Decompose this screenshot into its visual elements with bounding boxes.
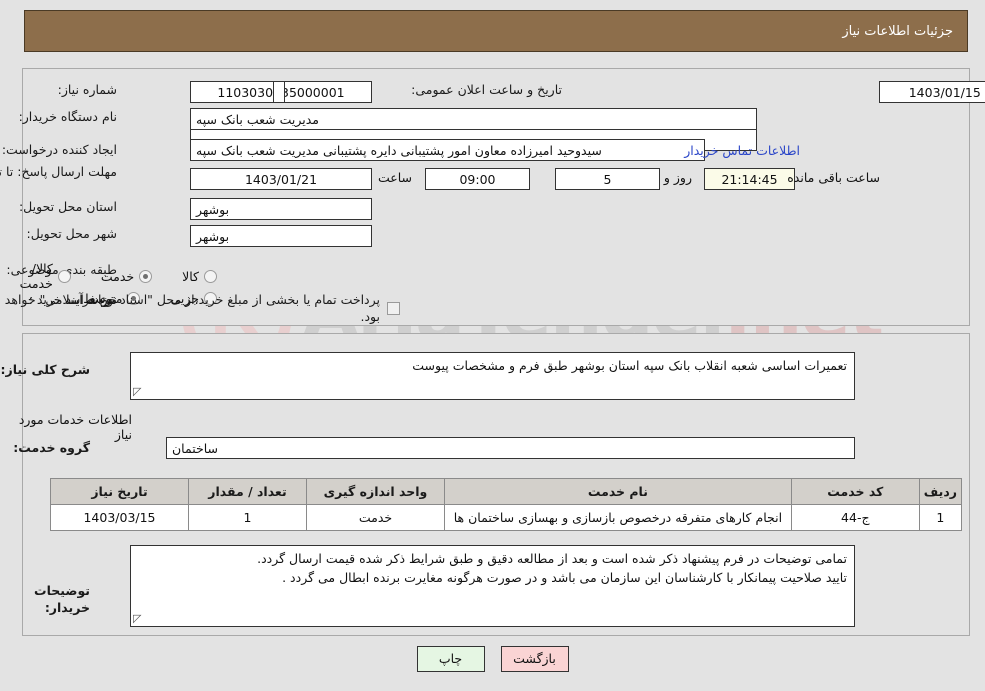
deadline-label: مهلت ارسال پاسخ: تا تاریخ: (0, 164, 117, 179)
cell-row: 1 (918, 504, 963, 531)
services-table-wrap: ردیف کد خدمت نام خدمت واحد اندازه گیری ت… (50, 478, 963, 531)
table-row: 1 ج-44 انجام کارهای متفرقه درخصوص بازساز… (50, 504, 963, 531)
radio-icon-khedmat[interactable] (139, 269, 153, 283)
treasury-bond-checkbox-row[interactable]: پرداخت تمام یا بخشی از مبلغ خرید،از محل … (0, 292, 400, 326)
deadline-row-label: مهلت ارسال پاسخ: تا تاریخ: (0, 164, 117, 181)
th-row: ردیف (918, 478, 963, 505)
deadline-time-label: ساعت (377, 170, 412, 185)
service-group-field[interactable]: ساختمان (166, 437, 855, 459)
buyer-contact-link[interactable]: اطلاعات تماس خریدار (684, 143, 800, 158)
category-option-kala-khedmat[interactable]: کالا/خدمت (20, 261, 71, 291)
province-row: استان محل تحویل: (19, 199, 117, 216)
creator-label: ایجاد کننده درخواست: (1, 142, 117, 157)
buyer-org-row: نام دستگاه خریدار: (19, 109, 117, 126)
cell-qty: 1 (188, 504, 307, 531)
need-number-row: شماره نیاز: (58, 82, 117, 99)
category-option-khedmat[interactable]: خدمت (100, 268, 153, 284)
category-option-kala-khedmat-label: کالا/خدمت (19, 261, 53, 291)
deadline-days-field[interactable]: 5 (555, 168, 660, 190)
radio-icon-kala[interactable] (204, 269, 217, 283)
deadline-days-label: روز و (663, 170, 692, 185)
category-option-kala[interactable]: کالا (182, 269, 217, 284)
cell-name: انجام کارهای متفرقه درخصوص بازسازی و بهس… (444, 504, 792, 531)
page-root: AriaTender.net جزئیات اطلاعات نیاز شماره… (0, 0, 985, 691)
radio-icon-kala-khedmat[interactable] (57, 269, 71, 283)
general-desc-textarea[interactable]: تعمیرات اساسی شعبه انقلاب بانک سپه استان… (130, 352, 855, 400)
service-group-label: گروه خدمت: (13, 440, 90, 455)
deadline-date-field[interactable]: 1403/01/21 (190, 168, 372, 190)
category-option-kala-label: کالا (182, 268, 199, 284)
buyer-notes-textarea[interactable]: تمامی توضیحات در فرم پیشنهاد ذکر شده است… (130, 545, 855, 627)
announce-datetime-label: تاریخ و ساعت اعلان عمومی: (411, 82, 562, 97)
table-header-row: ردیف کد خدمت نام خدمت واحد اندازه گیری ت… (50, 478, 963, 505)
services-table: ردیف کد خدمت نام خدمت واحد اندازه گیری ت… (50, 478, 963, 531)
services-section-title: اطلاعات خدمات مورد نیاز (18, 412, 132, 442)
resize-grip-icon[interactable]: ◹ (133, 385, 145, 398)
city-row: شهر محل تحویل: (27, 226, 117, 243)
action-button-bar: بازگشت چاپ (0, 646, 985, 672)
buyer-notes-line-2: تایید صلاحیت پیمانکار با کارشناسان این س… (282, 569, 847, 585)
page-title-bar: جزئیات اطلاعات نیاز (24, 10, 968, 52)
th-name: نام خدمت (444, 478, 792, 505)
th-date: تاریخ نیاز (50, 478, 189, 505)
deadline-time-field[interactable]: 09:00 (425, 168, 530, 190)
category-radio-group: کالا خدمت کالا/خدمت (0, 261, 217, 291)
resize-grip-icon-notes[interactable]: ◹ (133, 612, 145, 625)
general-desc-text: تعمیرات اساسی شعبه انقلاب بانک سپه استان… (412, 358, 847, 373)
cell-code: ج-44 (790, 504, 920, 531)
announce-datetime-field[interactable]: 11:12 - 1403/01/15 (879, 81, 985, 103)
city-field[interactable]: بوشهر (190, 225, 372, 247)
deadline-remaining-label: ساعت باقی مانده (787, 170, 880, 185)
buyer-org-label: نام دستگاه خریدار: (18, 109, 117, 124)
announce-datetime-row: تاریخ و ساعت اعلان عمومی: (411, 82, 562, 99)
category-option-khedmat-label: خدمت (100, 268, 135, 284)
treasury-bond-label: پرداخت تمام یا بخشی از مبلغ خرید،از محل … (4, 292, 380, 324)
province-label: استان محل تحویل: (18, 199, 117, 214)
city-label: شهر محل تحویل: (26, 226, 117, 241)
checkbox-icon-treasury-bond[interactable] (387, 302, 400, 316)
cell-date: 1403/03/15 (50, 504, 189, 531)
creator-field[interactable]: سیدوحید امیرزاده معاون امور پشتیبانی دای… (190, 139, 705, 161)
buyer-notes-line-1: تمامی توضیحات در فرم پیشنهاد ذکر شده است… (257, 551, 847, 566)
need-number-label: شماره نیاز: (57, 82, 117, 97)
th-code: کد خدمت (790, 478, 920, 505)
general-desc-label: شرح کلی نیاز: (0, 362, 90, 377)
page-title: جزئیات اطلاعات نیاز (842, 23, 953, 39)
cell-unit: خدمت (306, 504, 445, 531)
print-button[interactable]: چاپ (416, 646, 485, 672)
th-qty: تعداد / مقدار (188, 478, 307, 505)
th-unit: واحد اندازه گیری (306, 478, 445, 505)
province-field[interactable]: بوشهر (190, 198, 372, 220)
back-button[interactable]: بازگشت (500, 646, 569, 672)
buyer-org-field[interactable]: مدیریت شعب بانک سپه (190, 108, 757, 130)
buyer-notes-label: توضیحات خریدار: (34, 583, 90, 615)
creator-row: ایجاد کننده درخواست: (2, 142, 117, 159)
